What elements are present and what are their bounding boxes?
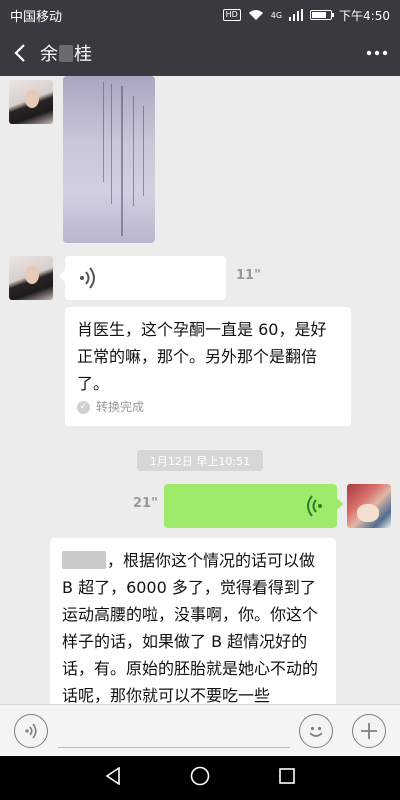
contact-avatar[interactable] [9,256,53,300]
nav-home-button[interactable] [190,766,210,790]
title-suffix: 桂 [74,44,92,65]
emoji-button[interactable] [299,714,333,748]
battery-level [312,12,327,18]
status-bar: 中国移动 HD 4G 下午4:50 [0,0,400,30]
signal-icon [289,9,304,21]
nav-recents-button[interactable] [279,768,296,788]
name-redaction [62,551,106,569]
voice-input-button[interactable] [14,714,48,748]
message-input[interactable] [58,714,290,748]
voice-icon [25,723,37,739]
carrier-label: 中国移动 [10,9,63,25]
nav-recents-icon [279,768,296,784]
plus-icon [361,723,377,739]
status-icons: HD 4G 下午4:50 [222,7,390,24]
voice-transcript[interactable]: 肖医生，这个孕酮一直是 60，是好正常的嘛，那个。另外那个是翻倍了。 ✓ 转换完… [65,307,351,426]
conversion-status-label: 转换完成 [96,400,145,414]
check-icon: ✓ [77,400,90,414]
title-prefix: 余 [40,44,58,65]
more-functions-button[interactable] [352,714,386,748]
nav-home-icon [190,766,210,786]
voice-duration: 11" [236,268,261,283]
name-redaction [59,44,73,62]
message-timestamp: 1月12日 早上10:51 [137,450,263,471]
chat-header: 余 桂 [0,30,400,76]
voice-icon [307,495,322,517]
image-message[interactable] [63,76,155,243]
back-button[interactable] [0,30,40,76]
emoji-icon [309,726,323,737]
input-bar [0,704,400,756]
my-avatar[interactable] [347,484,391,528]
transcript-text: 肖医生，这个孕酮一直是 60，是好正常的嘛，那个。另外那个是翻倍了。 [77,320,327,393]
hd-badge: HD [222,9,241,21]
voice-icon [80,267,95,289]
chat-title: 余 桂 [40,40,354,66]
conversion-status: ✓ 转换完成 [77,398,339,416]
nav-back-icon [105,766,120,786]
voice-message-incoming[interactable] [59,256,226,300]
voice-duration: 21" [133,496,158,511]
more-icon [366,50,388,56]
network-label: 4G [270,10,283,20]
message-list[interactable]: 11" 肖医生，这个孕酮一直是 60，是好正常的嘛，那个。另外那个是翻倍了。 ✓… [0,76,400,704]
nav-back-button[interactable] [105,766,121,789]
clock-label: 下午4:50 [339,8,390,23]
back-arrow-icon [14,44,25,62]
voice-message-outgoing[interactable] [164,484,343,528]
system-navigation-bar [0,756,400,800]
battery-icon [310,10,335,20]
wifi-icon [248,10,263,20]
contact-avatar[interactable] [9,80,53,124]
transcript-text: ，根据你这个情况的话可以做 B 超了，6000 多了，觉得看得到了运动高腰的啦，… [62,551,319,704]
voice-transcript[interactable]: ，根据你这个情况的话可以做 B 超了，6000 多了，觉得看得到了运动高腰的啦，… [50,538,336,704]
more-button[interactable] [354,30,400,76]
